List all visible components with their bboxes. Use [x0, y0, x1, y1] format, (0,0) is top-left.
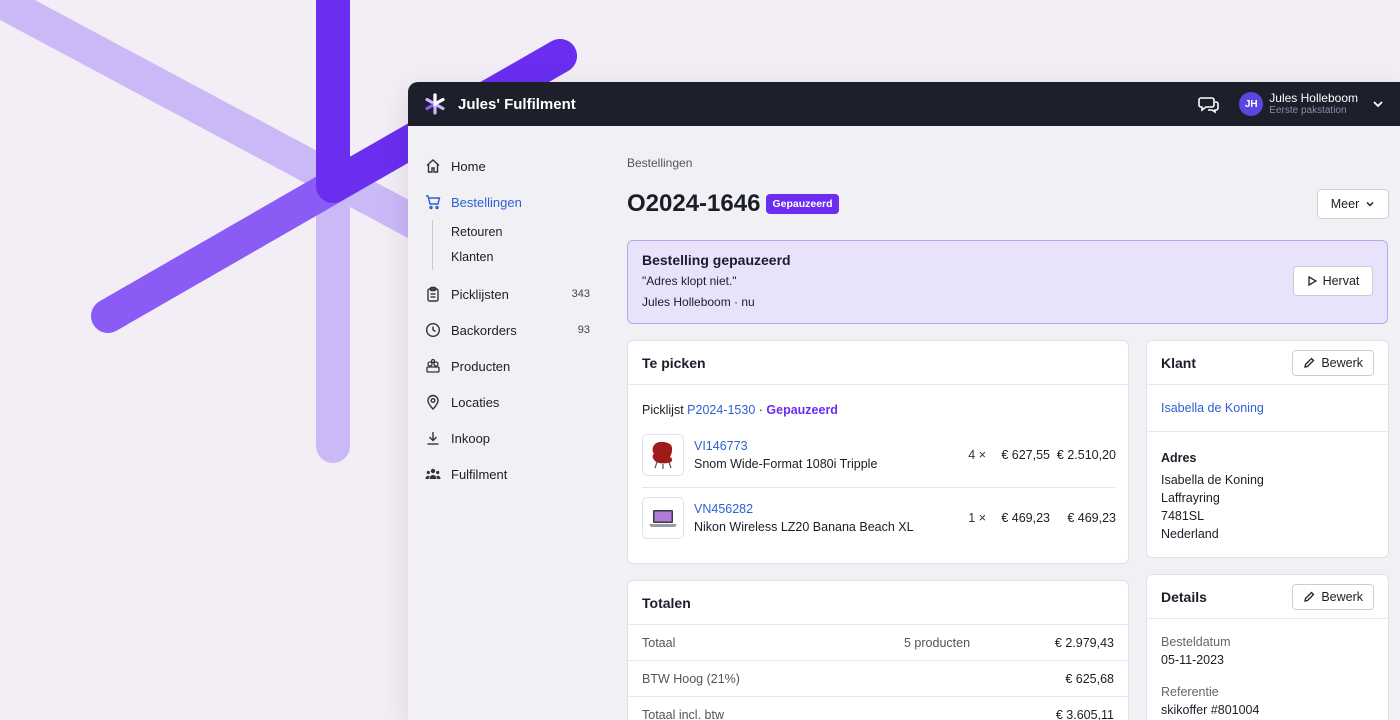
chat-icon[interactable] [1197, 93, 1220, 115]
app-title: Jules' Fulfilment [458, 95, 576, 113]
users-icon [425, 468, 441, 479]
user-info[interactable]: Jules Holleboom Eerste pakstation [1269, 91, 1358, 117]
product-price: € 469,23 [1001, 511, 1050, 525]
user-name: Jules Holleboom [1269, 91, 1358, 105]
list-item[interactable]: VN456282 Nikon Wireless LZ20 Banana Beac… [642, 488, 1116, 548]
picklist-status: Gepauzeerd [766, 403, 838, 417]
app-window: Jules' Fulfilment JH Jules Holleboom Eer… [408, 82, 1400, 720]
download-icon [427, 432, 439, 445]
product-qty: 4 × [968, 448, 986, 462]
sidebar-item-backorders[interactable]: Backorders 93 [408, 312, 608, 348]
product-sku[interactable]: VI146773 [694, 439, 877, 453]
sidebar-item-label: Backorders [451, 322, 517, 338]
product-total: € 2.510,20 [1056, 448, 1116, 462]
totals-row: Totaal 5 producten € 2.979,43 [628, 625, 1128, 661]
totals-card: Totalen Totaal 5 producten € 2.979,43 BT… [627, 580, 1129, 720]
logo-icon [425, 93, 445, 115]
picklist-label: Picklijst P2024-1530 · Gepauzeerd [642, 403, 838, 417]
red-chair-icon [642, 434, 684, 476]
page-title: O2024-1646 Gepauzeerd [627, 190, 839, 218]
laptop-icon [642, 497, 684, 539]
sidebar-item-returns[interactable]: Retouren [451, 220, 608, 245]
sidebar-item-label: Fulfilment [451, 466, 508, 482]
sidebar-item-purchasing[interactable]: Inkoop [408, 420, 608, 456]
play-icon [1307, 276, 1317, 286]
edit-details-button[interactable]: Bewerk [1292, 583, 1374, 610]
sidebar-item-fulfilment[interactable]: Fulfilment [408, 456, 608, 492]
clock-icon [425, 322, 441, 338]
sidebar-item-home[interactable]: Home [408, 148, 608, 184]
avatar[interactable]: JH [1239, 92, 1264, 116]
details-header: Details Bewerk [1147, 575, 1388, 619]
sidebar-item-label: Locaties [451, 394, 500, 410]
clipboard-icon [427, 286, 439, 302]
sidebar-item-picklists[interactable]: Picklijsten 343 [408, 276, 608, 312]
more-button-label: Meer [1330, 197, 1360, 211]
to-pick-title: Te picken [628, 341, 1128, 385]
more-button[interactable]: Meer [1317, 189, 1389, 219]
sidebar-item-locations[interactable]: Locaties [408, 384, 608, 420]
map-pin-icon [427, 394, 439, 410]
totals-title: Totalen [628, 581, 1128, 625]
user-station: Eerste pakstation [1269, 105, 1347, 116]
pencil-icon [1304, 357, 1315, 368]
alert-message: "Adres klopt niet." [642, 274, 737, 288]
picklists-count: 343 [571, 288, 590, 300]
home-icon [426, 159, 440, 173]
reference: Referentie skikoffer #801004 [1161, 685, 1260, 717]
sidebar: Home Bestellingen Retouren Klanten Pickl… [408, 126, 608, 720]
product-qty: 1 × [968, 511, 986, 525]
product-name: Snom Wide-Format 1080i Tripple [694, 457, 878, 471]
sidebar-item-label: Home [451, 158, 486, 174]
status-badge: Gepauzeerd [766, 194, 839, 214]
sidebar-item-products[interactable]: Producten [408, 348, 608, 384]
chevron-down-icon[interactable] [1372, 98, 1384, 110]
sidebar-subnav: Retouren Klanten [432, 220, 608, 270]
customer-card: Klant Bewerk Isabella de Koning Adres Is… [1146, 340, 1389, 558]
sidebar-item-label: Inkoop [451, 430, 491, 446]
alert-title: Bestelling gepauzeerd [642, 252, 791, 268]
customer-address: Adres Isabella de Koning Laffrayring 748… [1161, 451, 1264, 541]
picklist-link[interactable]: P2024-1530 [687, 403, 755, 417]
pencil-icon [1304, 591, 1315, 602]
order-date: Besteldatum 05-11-2023 [1161, 635, 1231, 667]
resume-button[interactable]: Hervat [1293, 266, 1373, 296]
totals-row: Totaal incl. btw € 3.605,11 [628, 697, 1128, 720]
sidebar-item-label: Bestellingen [451, 194, 522, 210]
edit-customer-button[interactable]: Bewerk [1292, 349, 1374, 376]
top-bar: Jules' Fulfilment JH Jules Holleboom Eer… [408, 82, 1400, 126]
product-price: € 627,55 [1001, 448, 1050, 462]
product-total: € 469,23 [1067, 511, 1116, 525]
breadcrumb[interactable]: Bestellingen [627, 156, 692, 170]
product-sku[interactable]: VN456282 [694, 502, 914, 516]
alert-meta: Jules Holleboom · nu [642, 295, 755, 309]
customer-link[interactable]: Isabella de Koning [1161, 401, 1264, 415]
product-name: Nikon Wireless LZ20 Banana Beach XL [694, 520, 914, 534]
sidebar-item-orders[interactable]: Bestellingen [408, 184, 608, 220]
address-title: Adres [1161, 451, 1197, 465]
details-title: Details [1161, 588, 1207, 605]
cart-icon [426, 195, 441, 210]
sidebar-item-label: Producten [451, 358, 511, 374]
paused-alert: Bestelling gepauzeerd "Adres klopt niet.… [627, 240, 1388, 324]
sidebar-item-label: Picklijsten [451, 286, 509, 302]
customer-title: Klant [1161, 354, 1196, 371]
to-pick-card: Te picken Picklijst P2024-1530 · Gepauze… [627, 340, 1129, 564]
sidebar-item-customers[interactable]: Klanten [451, 245, 608, 270]
order-number: O2024-1646 [627, 190, 761, 217]
customer-header: Klant Bewerk [1147, 341, 1388, 385]
backorders-count: 93 [577, 324, 590, 336]
details-card: Details Bewerk Besteldatum 05-11-2023 Re… [1146, 574, 1389, 720]
resume-button-label: Hervat [1322, 274, 1360, 288]
chevron-down-icon [1366, 201, 1374, 207]
totals-row: BTW Hoog (21%) € 625,68 [628, 661, 1128, 697]
list-item[interactable]: VI146773 Snom Wide-Format 1080i Tripple … [642, 425, 1116, 485]
divider [1147, 431, 1388, 432]
products-icon [426, 358, 440, 373]
